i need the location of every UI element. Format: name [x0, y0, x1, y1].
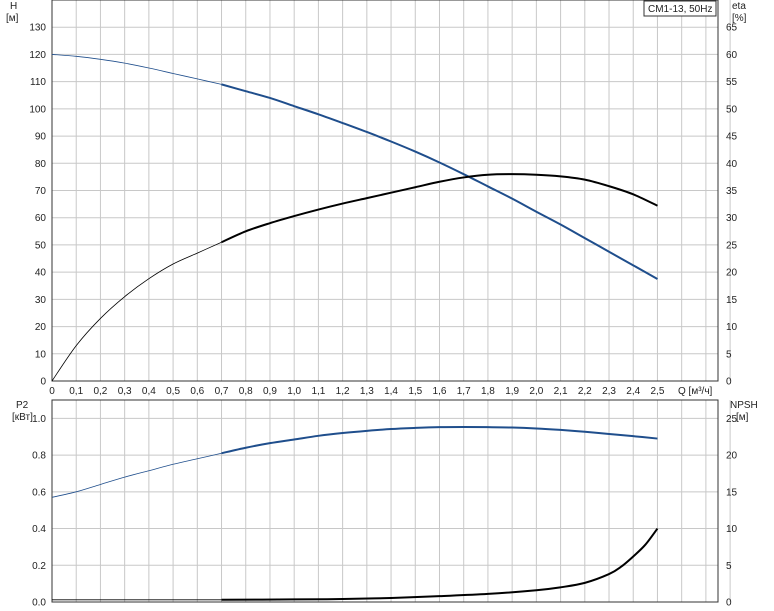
y-left-tick-label: 10	[35, 349, 47, 360]
y-right-tick-label: 30	[726, 213, 738, 224]
x-tick-label: 2,1	[554, 386, 568, 397]
y-left-tick-label: 120	[29, 50, 46, 61]
x-tick-label: 0,3	[118, 386, 132, 397]
x-tick-label: 1,6	[433, 386, 447, 397]
bottom-right-tick-labels: 0510152025	[726, 414, 738, 609]
x-tick-label: 2,3	[602, 386, 616, 397]
y-right-tick-label: 5	[726, 561, 732, 572]
y-left-tick-label: 130	[29, 23, 46, 34]
y-left-tick-label: 110	[30, 77, 46, 88]
x-tick-label: 1,1	[311, 386, 325, 397]
y-left-tick-label: 50	[35, 240, 47, 251]
y-right-tick-label: 15	[726, 295, 738, 306]
top-right-tick-labels: 0 5 10 15 20 25 30 35 40 45 50 55 60 65	[726, 23, 738, 388]
y-left-tick-label: 0.6	[32, 487, 46, 498]
x-tick-label: 1,9	[505, 386, 519, 397]
top-left-tick-labels: 0 10 20 30 40 50 60 70 80 90 100 110 120 130	[29, 23, 46, 388]
bottom-left-axis-label: P2	[16, 400, 29, 411]
y-left-tick-label: 100	[29, 104, 46, 115]
y-left-tick-label: 0	[40, 377, 46, 388]
x-tick-label: 2,4	[626, 386, 640, 397]
x-tick-label: 0,9	[263, 386, 277, 397]
y-left-tick-label: 0.8	[32, 451, 46, 462]
x-tick-label: 1,5	[408, 386, 422, 397]
y-right-tick-label: 5	[726, 349, 732, 360]
legend: CM1-13, 50Hz	[643, 0, 717, 17]
x-tick-label: 1,7	[457, 386, 471, 397]
x-tick-label: 0,6	[190, 386, 204, 397]
x-tick-label: 0	[49, 386, 55, 397]
x-tick-label: 0,7	[215, 386, 229, 397]
top-x-axis-label: Q [м³/ч]	[678, 386, 713, 397]
x-tick-label: 0,1	[69, 386, 83, 397]
x-tick-label: 1,8	[481, 386, 495, 397]
bottom-right-axis-label: NPSH	[730, 400, 758, 411]
series-line-thin	[51, 54, 222, 85]
x-tick-label: 2,2	[578, 386, 592, 397]
bottom-panel: 0.00.20.40.60.81.0 0510152025 P2 [кВт] N…	[12, 399, 758, 609]
x-tick-label: 2,0	[529, 386, 543, 397]
y-right-tick-label: 35	[726, 186, 738, 197]
series-line-thin	[51, 452, 222, 498]
x-tick-label: 0,4	[142, 386, 156, 397]
y-left-tick-label: 70	[35, 186, 47, 197]
x-tick-label: 0,5	[166, 386, 180, 397]
y-right-tick-label: 60	[726, 50, 738, 61]
y-left-tick-label: 60	[35, 213, 47, 224]
x-tick-label: 1,0	[287, 386, 301, 397]
top-right-axis-unit: [%]	[732, 13, 747, 24]
y-right-tick-label: 25	[726, 240, 738, 251]
y-left-tick-label: 1.0	[32, 414, 46, 425]
top-right-axis-label: eta	[732, 1, 746, 12]
bottom-grid	[51, 399, 731, 603]
bottom-left-axis-unit: [кВт]	[12, 412, 33, 423]
legend-label: CM1-13, 50Hz	[648, 4, 712, 15]
y-left-tick-label: 20	[35, 322, 47, 333]
y-right-tick-label: 55	[726, 77, 738, 88]
top-x-tick-labels: 0 0,1 0,2 0,3 0,4 0,5 0,6 0,7 0,8 0,9 1,0 1,1 1,2 1,3…	[49, 386, 665, 397]
top-left-axis-unit: [м]	[6, 13, 19, 24]
y-right-tick-label: 15	[726, 487, 738, 498]
x-tick-label: 0,2	[93, 386, 107, 397]
y-right-tick-label: 45	[726, 132, 738, 143]
y-right-tick-label: 0	[726, 377, 732, 388]
y-right-tick-label: 20	[726, 451, 738, 462]
series-line-thin	[51, 241, 222, 382]
top-grid	[51, 0, 731, 382]
y-left-tick-label: 90	[35, 132, 47, 143]
y-right-tick-label: 65	[726, 23, 738, 34]
x-tick-label: 1,3	[360, 386, 374, 397]
bottom-series	[51, 425, 659, 601]
y-right-tick-label: 10	[726, 524, 738, 535]
bottom-right-axis-unit: [м]	[736, 412, 749, 423]
y-left-tick-label: 30	[35, 295, 47, 306]
y-left-tick-label: 0.4	[32, 524, 46, 535]
pump-performance-chart: 0102030405060708090100110120130 05101520…	[6, 0, 758, 609]
x-tick-label: 1,2	[336, 386, 350, 397]
y-left-tick-label: 0.2	[32, 561, 46, 572]
x-tick-label: 2,5	[651, 386, 665, 397]
top-left-axis-label: H	[10, 1, 17, 12]
y-right-tick-label: 20	[726, 268, 738, 279]
bottom-left-tick-labels: 0.0 0.2 0.4 0.6 0.8 1.0	[32, 414, 46, 609]
y-left-tick-label: 80	[35, 159, 47, 170]
x-tick-label: 1,4	[384, 386, 398, 397]
y-right-tick-label: 50	[726, 104, 738, 115]
x-tick-label: 0,8	[239, 386, 253, 397]
y-right-tick-label: 10	[726, 322, 738, 333]
y-right-tick-label: 0	[726, 598, 732, 609]
y-right-tick-label: 40	[726, 159, 738, 170]
top-panel: 0 10 20 30 40 50 60 70 80 90 100 110 120 130 0 5 10 15 20…	[6, 0, 747, 397]
y-left-tick-label: 40	[35, 268, 47, 279]
y-left-tick-label: 0.0	[32, 598, 46, 609]
